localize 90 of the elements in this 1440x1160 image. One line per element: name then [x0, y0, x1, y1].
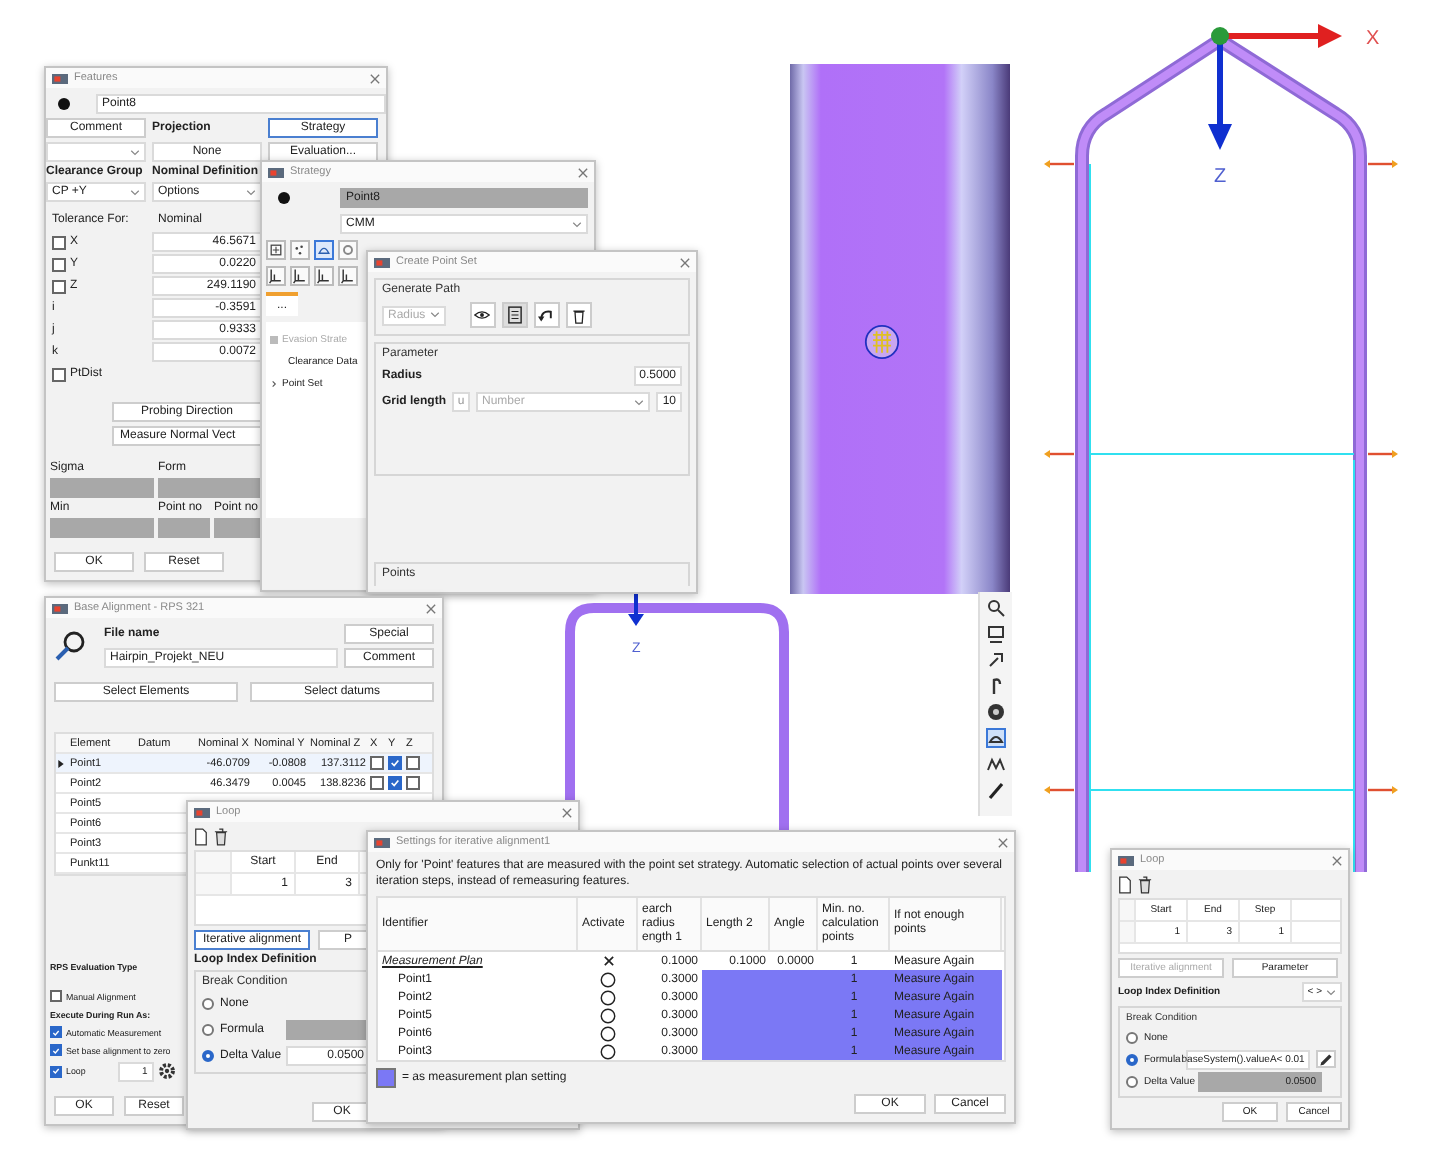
close-icon[interactable] [578, 167, 588, 177]
checkbox[interactable] [406, 776, 420, 790]
app-logo-icon [52, 603, 68, 613]
caret-icon [572, 221, 582, 227]
row-pointer-icon [58, 759, 64, 767]
trash-icon[interactable] [214, 828, 228, 846]
condition-field[interactable] [286, 1020, 370, 1040]
close-icon[interactable] [562, 807, 572, 817]
checkbox[interactable] [370, 756, 384, 770]
close-icon[interactable] [680, 257, 690, 267]
radio-button[interactable] [1126, 1053, 1138, 1065]
z-axis-arrow [628, 592, 644, 626]
cross-icon[interactable] [603, 956, 613, 966]
close-icon[interactable] [426, 603, 436, 613]
dropdown-field[interactable] [46, 142, 146, 162]
checkbox[interactable] [388, 756, 402, 770]
point-icon [58, 98, 70, 110]
circle-icon[interactable] [600, 1007, 616, 1023]
undo-button[interactable] [533, 302, 560, 328]
caret-icon [634, 399, 645, 405]
radio-button[interactable] [202, 998, 214, 1010]
close-icon[interactable] [1332, 855, 1342, 865]
caret-icon [429, 312, 440, 318]
circle-icon[interactable] [600, 989, 616, 1005]
point-icon [278, 192, 290, 204]
checkbox[interactable] [50, 990, 62, 1002]
app-logo-icon [268, 167, 284, 177]
strategy-tool-icon[interactable] [314, 240, 334, 260]
row-header-cell[interactable] [1120, 922, 1136, 942]
checkbox[interactable] [52, 235, 66, 249]
probe-icon[interactable] [266, 266, 286, 286]
checkbox[interactable] [370, 776, 384, 790]
tool-icon[interactable] [986, 598, 1006, 618]
list-icon [507, 306, 522, 324]
axis-label: X [1366, 28, 1380, 50]
strategy-tool-icon[interactable] [266, 240, 286, 260]
radio-button[interactable] [202, 1024, 214, 1036]
trash-icon [571, 307, 586, 323]
radio-button[interactable] [202, 1050, 214, 1062]
eye-button[interactable] [469, 302, 496, 328]
axis-label: Z [1214, 166, 1227, 188]
checkbox[interactable] [50, 1065, 62, 1077]
circle-icon[interactable] [600, 1043, 616, 1059]
eye-icon [474, 310, 491, 320]
checkbox[interactable] [388, 776, 402, 790]
sigma-field [50, 478, 154, 498]
undo-icon [538, 308, 555, 322]
caret-icon [1326, 989, 1336, 995]
trash-icon[interactable] [1138, 876, 1152, 894]
checkbox[interactable] [50, 1044, 62, 1056]
trash-button[interactable] [565, 302, 592, 328]
new-document-icon[interactable] [1118, 876, 1132, 894]
square-icon [270, 336, 278, 344]
caret-icon [130, 149, 140, 155]
radio-button[interactable] [1126, 1075, 1138, 1087]
caret-icon [130, 189, 140, 195]
checkbox[interactable] [52, 257, 66, 271]
gear-icon[interactable] [157, 1062, 176, 1080]
tool-icon[interactable] [986, 650, 1006, 670]
checkbox[interactable] [406, 756, 420, 770]
magnifier-icon [54, 630, 86, 662]
checkbox[interactable] [50, 1026, 62, 1038]
circle-icon[interactable] [600, 971, 616, 987]
new-document-icon[interactable] [194, 828, 208, 846]
close-icon[interactable] [998, 837, 1008, 847]
legend-swatch [376, 1068, 396, 1088]
strategy-tool-icon[interactable] [290, 240, 310, 260]
chevron-icon [270, 380, 278, 388]
close-icon[interactable] [370, 73, 380, 83]
tool-icon[interactable] [986, 624, 1006, 644]
tool-icon[interactable] [986, 728, 1006, 748]
app-logo-icon [374, 837, 390, 847]
point-grid-icon [864, 324, 900, 360]
app-logo-icon [52, 73, 68, 83]
app-logo-icon [1118, 855, 1134, 865]
circle-icon[interactable] [600, 1025, 616, 1041]
checkbox[interactable] [52, 279, 66, 293]
radio-button[interactable] [1126, 1031, 1138, 1043]
row-header-cell[interactable] [196, 874, 232, 894]
probe-icon[interactable] [338, 266, 358, 286]
probe-icon[interactable] [290, 266, 310, 286]
caret-icon [246, 189, 256, 195]
probe-icon[interactable] [314, 266, 334, 286]
app-logo-icon [194, 807, 210, 817]
list-button[interactable] [501, 302, 528, 328]
origin-icon [1211, 27, 1229, 45]
min-field [50, 518, 154, 538]
checkbox[interactable] [52, 367, 66, 381]
point-no-field [158, 518, 210, 538]
app-logo-icon [374, 257, 390, 267]
